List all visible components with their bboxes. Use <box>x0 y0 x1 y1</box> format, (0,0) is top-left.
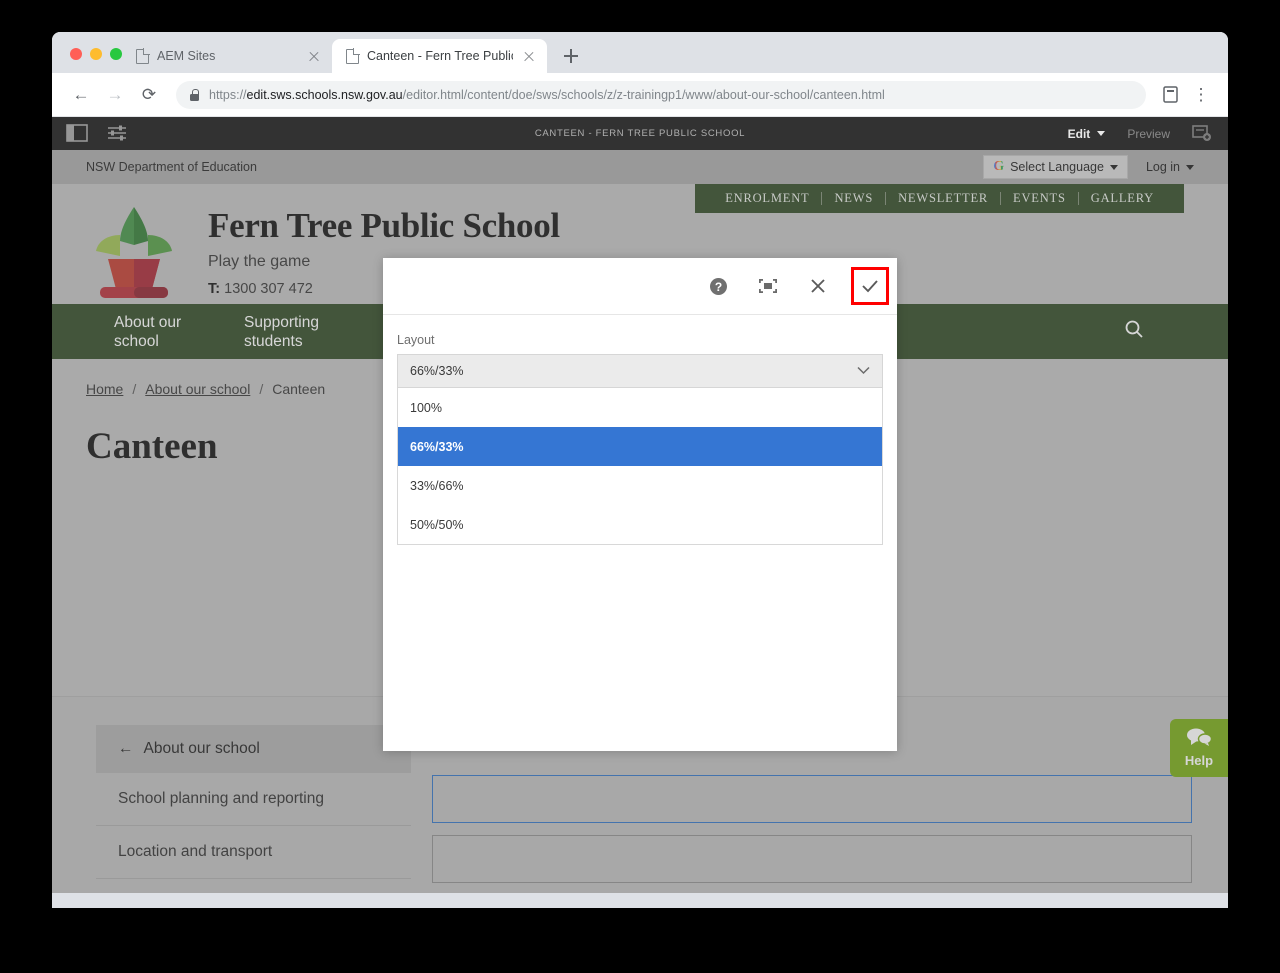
nav-item-about-our-school[interactable]: About our school <box>86 313 216 351</box>
browser-menu-button[interactable]: ⋮ <box>1186 80 1216 110</box>
breadcrumb-about-our-school[interactable]: About our school <box>145 381 250 397</box>
quicklink-enrolment[interactable]: ENROLMENT <box>713 191 821 206</box>
page-icon <box>346 48 359 64</box>
side-menu-item-enrolment[interactable]: Enrolment <box>96 879 411 893</box>
tab-strip: AEM Sites Canteen - Fern Tree Public Sch <box>52 32 1228 73</box>
department-label: NSW Department of Education <box>86 160 257 174</box>
aem-editor-toolbar: CANTEEN - FERN TREE PUBLIC SCHOOL Edit P… <box>52 117 1228 150</box>
help-label: Help <box>1184 753 1214 768</box>
section-side-menu: ← About our school School planning and r… <box>96 725 411 893</box>
browser-toolbar: ← → ⟳ https://edit.sws.schools.nsw.gov.a… <box>52 73 1228 117</box>
page-properties-icon[interactable] <box>1192 124 1214 144</box>
school-logo-icon[interactable] <box>86 201 182 301</box>
quicklink-events[interactable]: EVENTS <box>1001 191 1078 206</box>
fullscreen-icon[interactable] <box>751 269 785 303</box>
arrow-left-icon: ← <box>118 740 134 757</box>
breadcrumb-separator: / <box>132 381 137 397</box>
layout-settings-dialog: ? Layout 66%/33% 100% 66%/33% 33%/66% 50… <box>383 258 897 751</box>
quicklink-gallery[interactable]: GALLERY <box>1079 191 1166 206</box>
minimize-window-button[interactable] <box>90 48 102 60</box>
phone-prefix: T: <box>208 280 221 297</box>
svg-text:?: ? <box>714 280 721 294</box>
reading-list-icon[interactable] <box>1158 83 1182 107</box>
back-button[interactable]: ← <box>66 80 96 110</box>
component-outline[interactable] <box>432 835 1192 883</box>
reload-button[interactable]: ⟳ <box>134 80 164 110</box>
selected-component-outline[interactable] <box>432 775 1192 823</box>
utility-right: G Select Language Log in <box>983 155 1194 179</box>
google-icon: G <box>993 159 1005 174</box>
breadcrumb-current: Canteen <box>272 381 326 397</box>
address-bar[interactable]: https://edit.sws.schools.nsw.gov.au/edit… <box>176 80 1146 109</box>
forward-button[interactable]: → <box>100 80 130 110</box>
tab-close-icon[interactable] <box>306 48 322 64</box>
url-scheme: https:// <box>209 87 247 102</box>
layout-option-66-33[interactable]: 66%/33% <box>398 427 882 466</box>
side-menu-item-school-planning[interactable]: School planning and reporting <box>96 773 411 826</box>
help-icon[interactable]: ? <box>701 269 735 303</box>
language-selector[interactable]: G Select Language <box>983 155 1128 179</box>
close-window-button[interactable] <box>70 48 82 60</box>
help-widget[interactable]: Help <box>1170 719 1228 777</box>
side-menu-item-location-transport[interactable]: Location and transport <box>96 826 411 879</box>
page-icon <box>136 48 149 64</box>
layout-field-label: Layout <box>397 333 435 347</box>
language-label: Select Language <box>1010 160 1104 174</box>
side-menu-back-label: About our school <box>143 740 260 757</box>
url-host: edit.sws.schools.nsw.gov.au <box>246 87 403 102</box>
preview-button[interactable]: Preview <box>1127 127 1170 141</box>
login-label: Log in <box>1145 160 1180 174</box>
chevron-down-icon <box>857 364 870 378</box>
editor-page-title: CANTEEN - FERN TREE PUBLIC SCHOOL <box>534 128 746 139</box>
browser-tab-aem-sites[interactable]: AEM Sites <box>122 39 332 73</box>
tab-title: Canteen - Fern Tree Public Sch <box>367 49 513 63</box>
maximize-window-button[interactable] <box>110 48 122 60</box>
chevron-down-icon <box>1097 131 1106 136</box>
browser-window: AEM Sites Canteen - Fern Tree Public Sch… <box>52 32 1228 908</box>
dialog-body: Layout 66%/33% 100% 66%/33% 33%/66% 50%/… <box>383 315 897 545</box>
browser-tab-canteen[interactable]: Canteen - Fern Tree Public Sch <box>332 39 547 73</box>
search-button[interactable] <box>1124 319 1194 344</box>
editor-left-tools <box>66 123 128 144</box>
side-panel-icon[interactable] <box>66 123 88 144</box>
layout-select-value: 66%/33% <box>410 364 464 378</box>
layout-option-33-66[interactable]: 33%/66% <box>398 466 882 505</box>
quicklink-news[interactable]: NEWS <box>822 191 885 206</box>
confirm-check-icon[interactable] <box>851 267 889 305</box>
url-text: https://edit.sws.schools.nsw.gov.au/edit… <box>209 88 885 102</box>
layout-option-100[interactable]: 100% <box>398 388 882 427</box>
school-name: Fern Tree Public School <box>208 205 560 245</box>
phone-number: 1300 307 472 <box>224 280 313 297</box>
utility-bar: NSW Department of Education G Select Lan… <box>52 150 1228 184</box>
login-menu[interactable]: Log in <box>1146 160 1194 174</box>
quick-links-nav: ENROLMENT NEWS NEWSLETTER EVENTS GALLERY <box>695 184 1184 213</box>
tab-close-icon[interactable] <box>521 48 537 64</box>
tab-title: AEM Sites <box>157 49 216 63</box>
dialog-header: ? <box>383 258 897 315</box>
url-path: /editor.html/content/doe/sws/schools/z/z… <box>402 87 885 102</box>
quicklink-newsletter[interactable]: NEWSLETTER <box>886 191 1000 206</box>
breadcrumb-separator: / <box>259 381 264 397</box>
layout-option-50-50[interactable]: 50%/50% <box>398 505 882 544</box>
editor-right-tools: Edit Preview <box>1068 124 1214 144</box>
side-menu-back-link[interactable]: ← About our school <box>96 725 411 773</box>
chevron-down-icon <box>1186 164 1194 170</box>
chat-bubbles-icon <box>1186 728 1213 751</box>
edit-mode-selector[interactable]: Edit <box>1068 127 1106 141</box>
layout-options-list: 100% 66%/33% 33%/66% 50%/50% <box>397 388 883 545</box>
nav-item-supporting-students[interactable]: Supporting students <box>216 313 346 351</box>
window-controls <box>52 48 122 73</box>
lock-icon <box>190 88 199 101</box>
breadcrumb-home[interactable]: Home <box>86 381 123 397</box>
chevron-down-icon <box>1109 164 1118 170</box>
edit-mode-label: Edit <box>1067 126 1091 141</box>
close-icon[interactable] <box>801 269 835 303</box>
layout-select[interactable]: 66%/33% <box>397 354 883 388</box>
layer-settings-icon[interactable] <box>106 124 128 144</box>
new-tab-button[interactable] <box>557 42 585 70</box>
